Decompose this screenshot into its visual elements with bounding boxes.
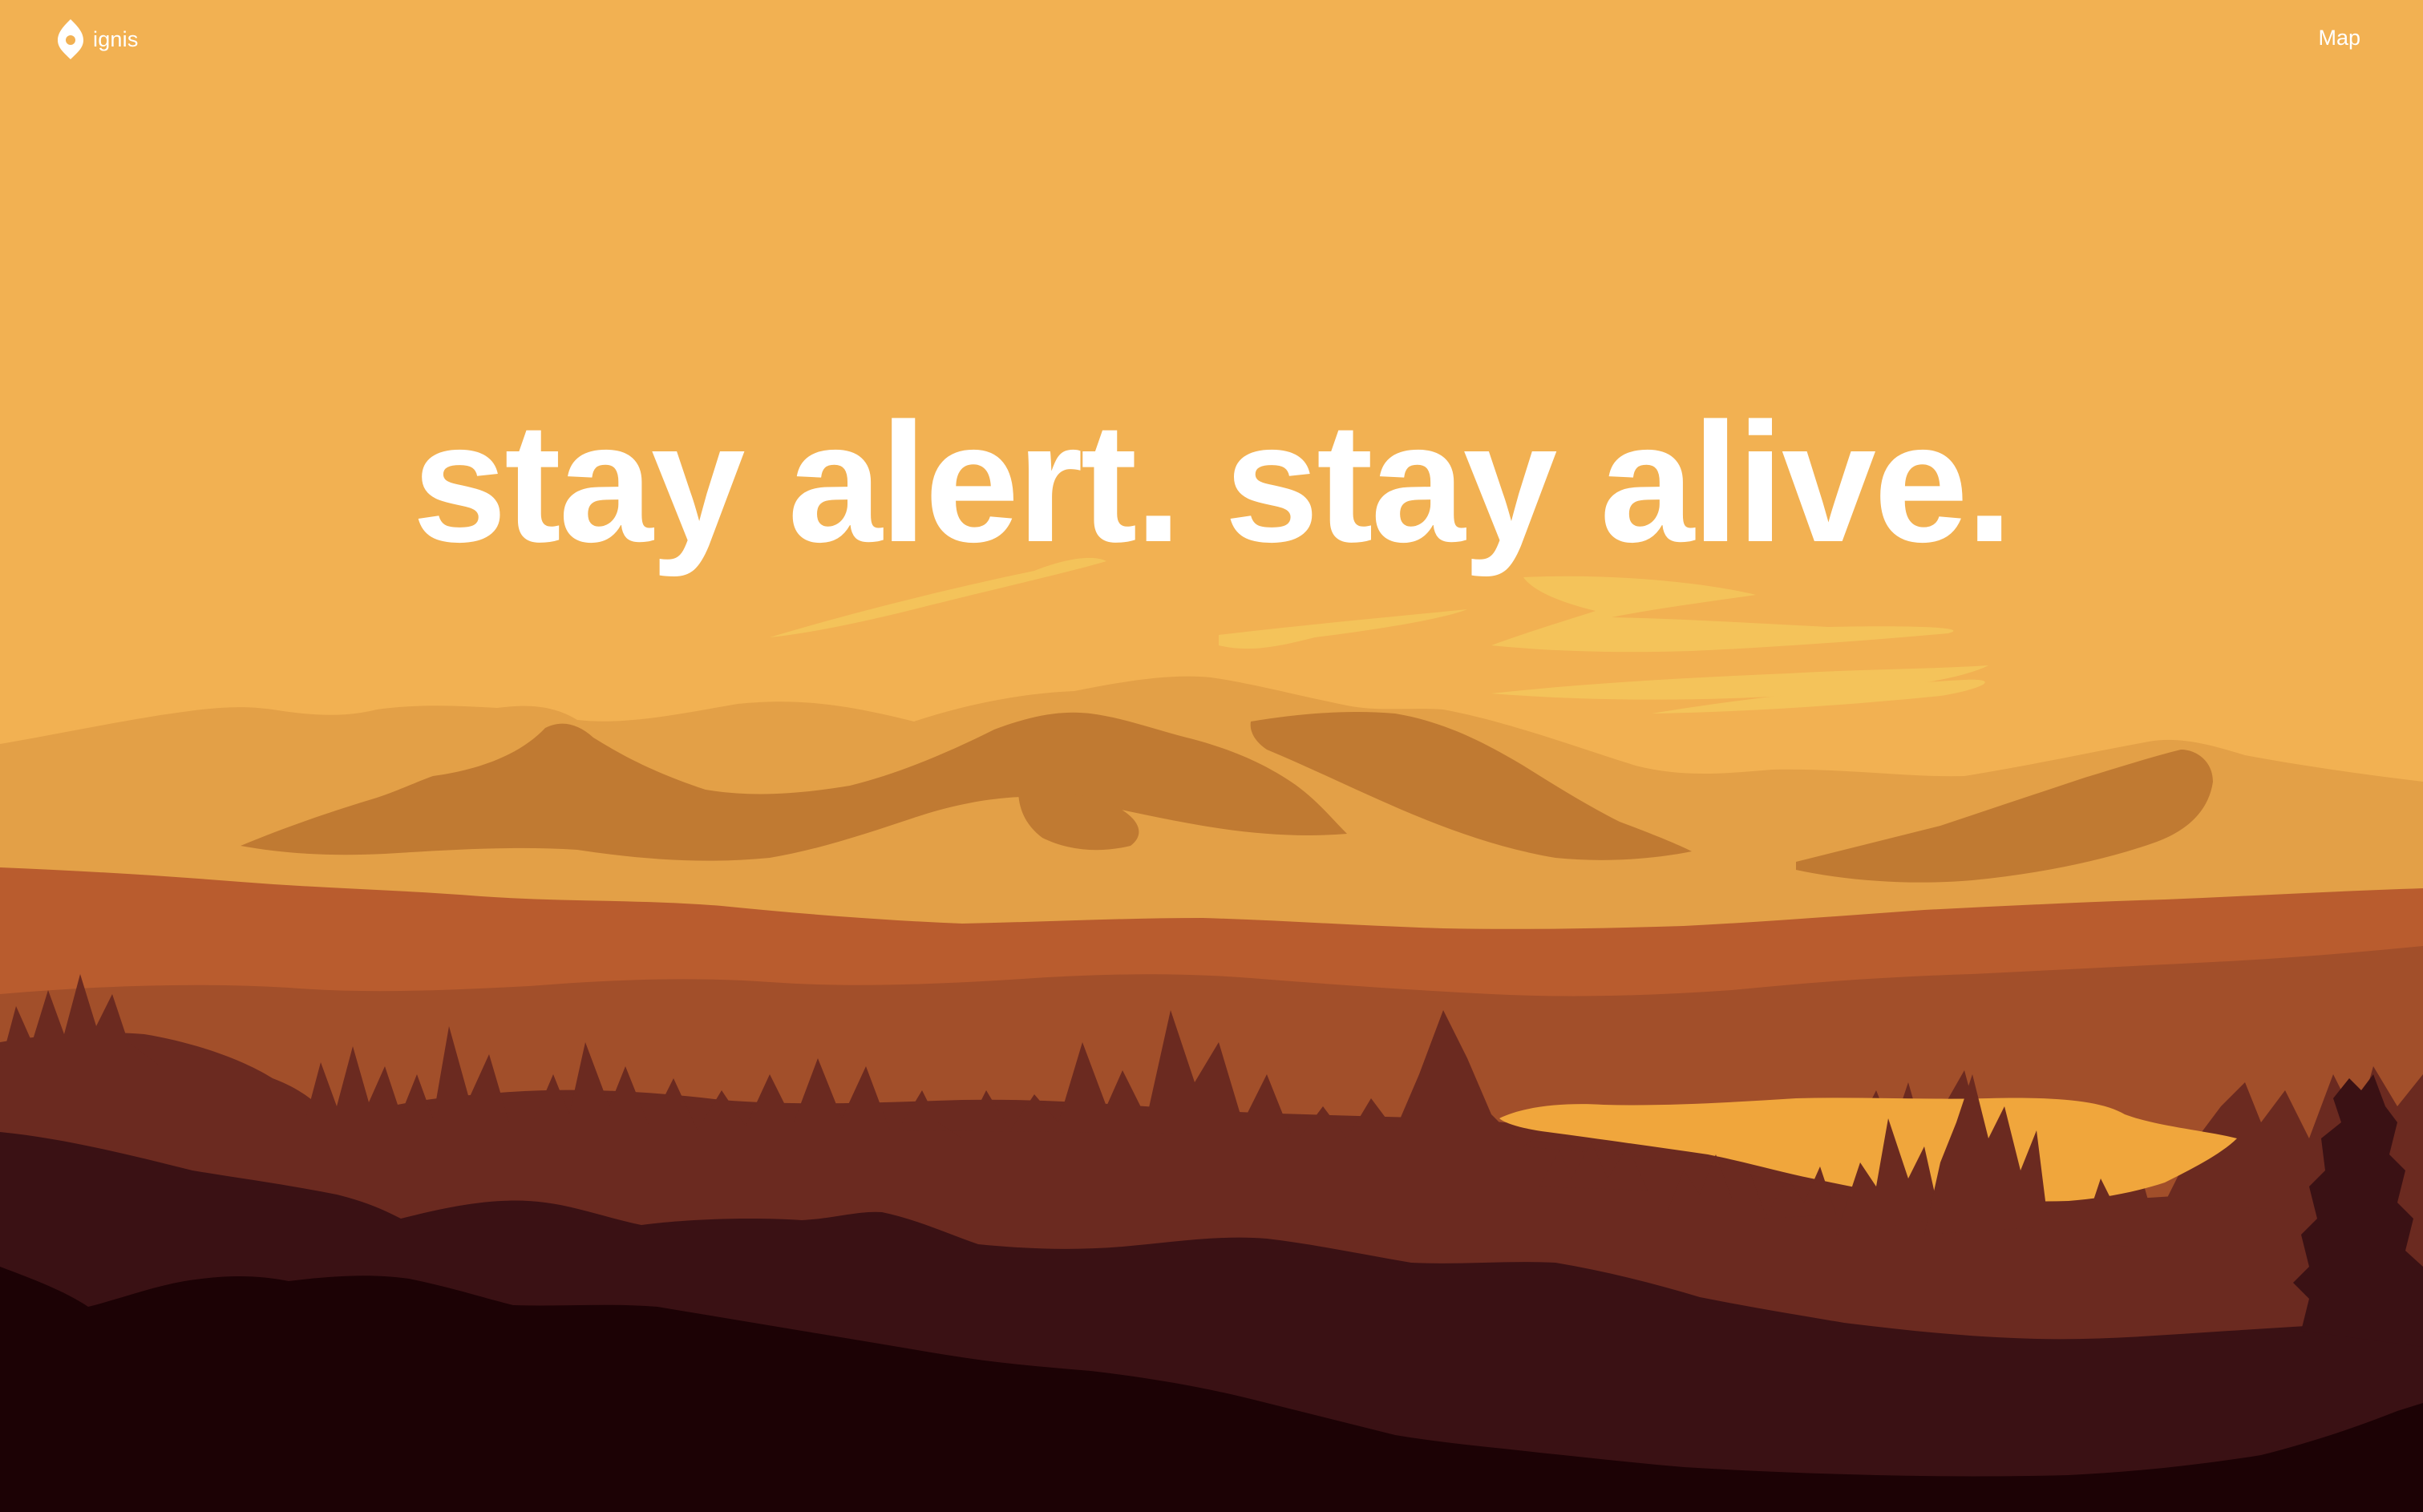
sky-clouds	[770, 557, 1988, 714]
landscape-illustration	[0, 557, 2423, 1512]
nav-map-link[interactable]: Map	[2318, 27, 2360, 49]
landing-page: stay alert. stay alive. ignis Map	[0, 0, 2423, 1512]
flame-pin-icon	[58, 19, 83, 59]
brand-name: ignis	[93, 26, 139, 51]
brand-logo-link[interactable]: ignis	[56, 18, 139, 61]
